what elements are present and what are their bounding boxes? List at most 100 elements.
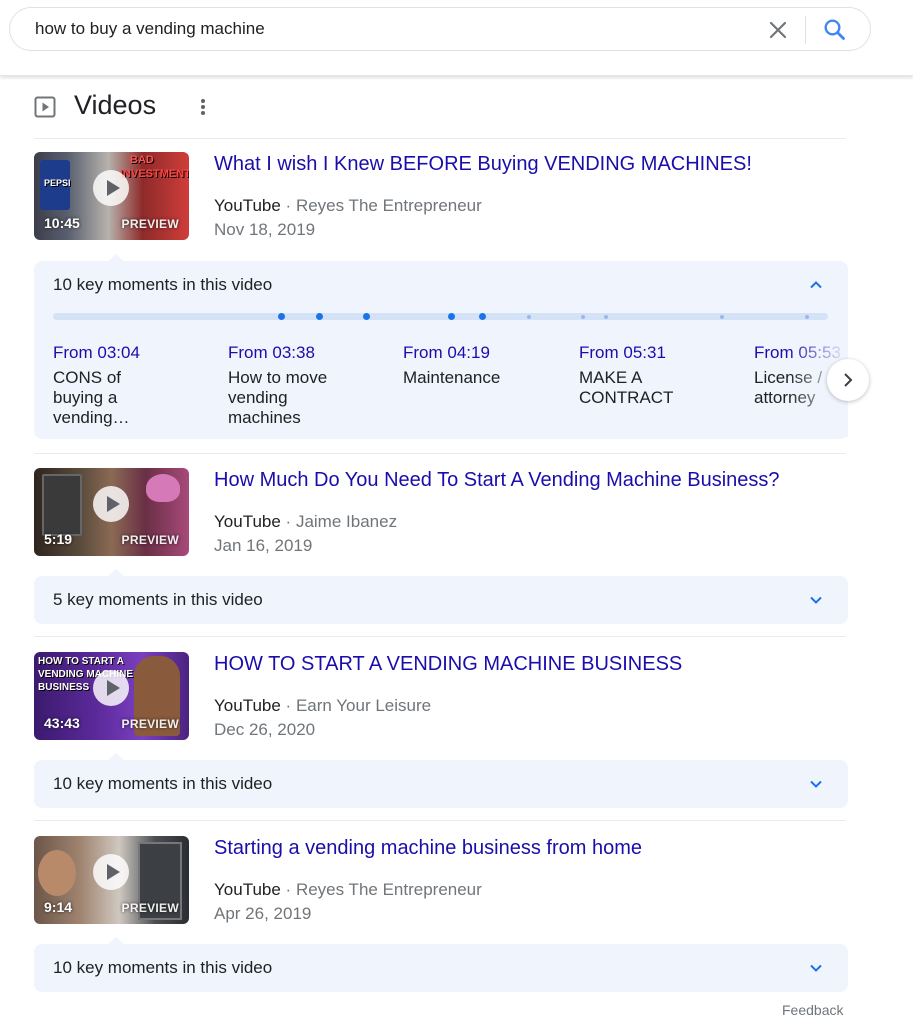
video-title-link[interactable]: Starting a vending machine business from… [214, 837, 642, 860]
timeline-marker[interactable] [581, 314, 585, 319]
thumbnail-caption: HOW TO START A [38, 656, 124, 667]
video-source: YouTube · Earn Your Leisure [214, 696, 431, 716]
video-source: YouTube · Reyes The Entrepreneur [214, 880, 482, 900]
moment-time: From 03:04 [53, 343, 140, 362]
timeline-marker[interactable] [720, 314, 724, 319]
divider [34, 636, 846, 637]
search-header: how to buy a vending machine [0, 0, 913, 76]
timeline-marker[interactable] [278, 313, 285, 320]
video-duration: 9:14 [44, 899, 73, 915]
video-duration: 43:43 [44, 715, 80, 731]
preview-label: PREVIEW [121, 717, 179, 731]
video-thumbnail[interactable]: HOW TO START A VENDING MACHINE BUSINESS … [34, 652, 189, 740]
video-source: YouTube · Reyes The Entrepreneur [214, 196, 482, 216]
search-input[interactable]: how to buy a vending machine [35, 19, 265, 39]
clear-icon[interactable] [766, 18, 790, 42]
key-moments-toggle[interactable]: 10 key moments in this video [34, 760, 848, 808]
divider [34, 138, 846, 139]
key-moments-timeline [53, 313, 828, 320]
moment-time: From 03:38 [228, 343, 315, 362]
video-result: 9:14 PREVIEW Starting a vending machine … [34, 836, 846, 926]
chevron-up-icon [808, 277, 824, 293]
key-moments-label: 5 key moments in this video [53, 590, 263, 609]
more-vert-icon[interactable] [198, 96, 208, 118]
timeline-marker[interactable] [604, 314, 608, 319]
moment-title: How to move vending machines [228, 368, 328, 427]
separator: · [285, 880, 292, 899]
panel-notch [108, 254, 124, 261]
next-moments-button[interactable] [827, 359, 869, 401]
divider [34, 453, 846, 454]
video-icon [34, 96, 56, 118]
key-moments-panel: 10 key moments in this video [34, 753, 848, 808]
separator: · [285, 196, 292, 215]
timeline-marker[interactable] [805, 314, 809, 319]
moment-title: CONS of buying a vending… [53, 368, 130, 427]
key-moments-panel: 10 key moments in this video [34, 937, 848, 992]
chevron-down-icon [808, 592, 824, 608]
search-bar[interactable]: how to buy a vending machine [9, 7, 871, 51]
chevron-right-icon [844, 373, 853, 387]
videos-section-header: Videos [34, 90, 846, 138]
key-moment[interactable]: From 04:19 Maintenance [403, 343, 553, 388]
panel-notch [108, 937, 124, 944]
play-icon [93, 170, 129, 206]
separator: · [285, 512, 292, 531]
search-icon[interactable] [822, 17, 848, 43]
vending-machine-image [42, 474, 82, 536]
channel-name: Reyes The Entrepreneur [295, 880, 482, 899]
timeline-marker[interactable] [527, 314, 531, 319]
source-name: YouTube [214, 512, 281, 531]
separator: · [285, 696, 292, 715]
thumbnail-caption: BAD [130, 154, 154, 166]
timeline-marker[interactable] [316, 313, 323, 320]
key-moments-toggle[interactable]: 5 key moments in this video [34, 576, 848, 624]
moment-time: From 04:19 [403, 343, 490, 362]
video-title-link[interactable]: HOW TO START A VENDING MACHINE BUSINESS [214, 653, 682, 676]
key-moment[interactable]: From 03:04 CONS of buying a vending… [53, 343, 203, 428]
video-date: Dec 26, 2020 [214, 720, 316, 739]
preview-label: PREVIEW [121, 901, 179, 915]
video-source: YouTube · Jaime Ibanez [214, 512, 397, 532]
chevron-down-icon [808, 776, 824, 792]
play-icon [93, 486, 129, 522]
video-title-link[interactable]: How Much Do You Need To Start A Vending … [214, 469, 780, 492]
timeline-marker[interactable] [363, 313, 370, 320]
timeline-marker[interactable] [479, 313, 486, 320]
video-title-link[interactable]: What I wish I Knew BEFORE Buying VENDING… [214, 153, 752, 176]
key-moment[interactable]: From 03:38 How to move vending machines [228, 343, 378, 428]
person-face-image [38, 850, 76, 896]
video-date: Nov 18, 2019 [214, 220, 316, 239]
preview-label: PREVIEW [121, 533, 179, 547]
video-result: PEPSI BAD INVESTMENT! 10:45 PREVIEW What… [34, 152, 846, 242]
source-name: YouTube [214, 196, 281, 215]
video-duration: 5:19 [44, 531, 73, 547]
play-icon [93, 854, 129, 890]
key-moments-toggle[interactable]: 10 key moments in this video [34, 944, 848, 992]
moment-title: MAKE A CONTRACT [579, 368, 674, 407]
moment-time: From 05:31 [579, 343, 666, 362]
preview-label: PREVIEW [121, 217, 179, 231]
video-thumbnail[interactable]: 5:19 PREVIEW [34, 468, 189, 556]
key-moment[interactable]: From 05:31 MAKE A CONTRACT [579, 343, 729, 408]
chevron-down-icon [808, 960, 824, 976]
thumbnail-caption: BUSINESS [38, 682, 90, 693]
feedback-link[interactable]: Feedback [782, 1002, 843, 1018]
panel-notch [108, 753, 124, 760]
thumbnail-caption: PEPSI [44, 178, 71, 188]
thumbnail-caption: INVESTMENT! [120, 168, 189, 180]
key-moments-panel: 5 key moments in this video [34, 569, 848, 624]
video-thumbnail[interactable]: PEPSI BAD INVESTMENT! 10:45 PREVIEW [34, 152, 189, 240]
video-result: 5:19 PREVIEW How Much Do You Need To Sta… [34, 468, 846, 558]
key-moments-list: From 03:04 CONS of buying a vending… Fro… [53, 343, 848, 439]
source-name: YouTube [214, 696, 281, 715]
video-thumbnail[interactable]: 9:14 PREVIEW [34, 836, 189, 924]
channel-name: Jaime Ibanez [295, 512, 398, 531]
timeline-marker[interactable] [448, 313, 455, 320]
key-moments-toggle[interactable]: 10 key moments in this video [34, 261, 848, 309]
video-date: Jan 16, 2019 [214, 536, 313, 555]
channel-name: Reyes The Entrepreneur [295, 196, 482, 215]
source-name: YouTube [214, 880, 281, 899]
search-divider [805, 16, 806, 44]
key-moments-label: 10 key moments in this video [53, 958, 273, 977]
